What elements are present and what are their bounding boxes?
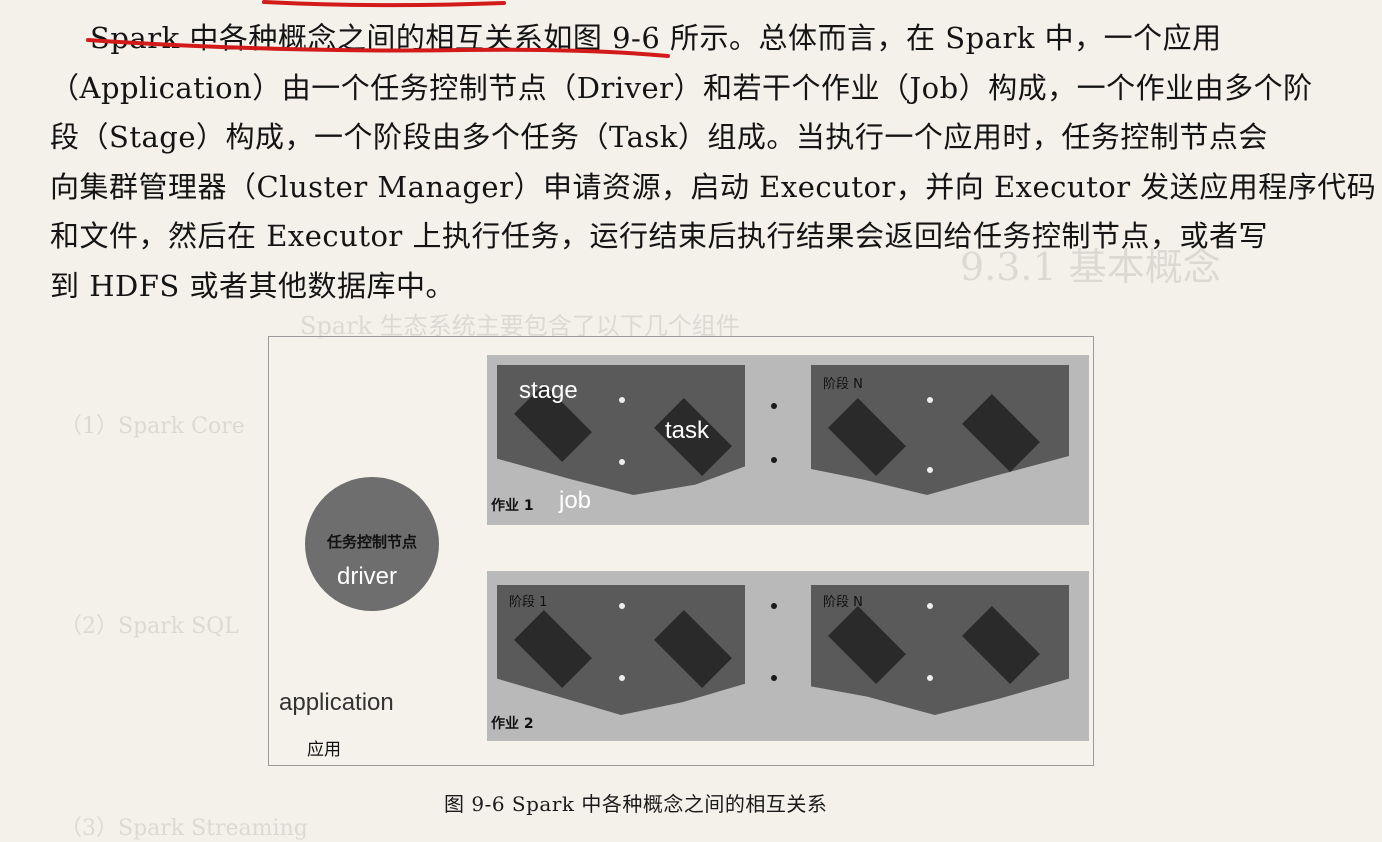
stage-box: 阶段 N (811, 365, 1069, 495)
task-dot (619, 675, 625, 681)
stage-n-label: 阶段 N (823, 377, 863, 392)
paragraph-line: 和文件，然后在 Executor 上执行任务，运行结束后执行结果会返回给任务控制… (50, 219, 1269, 253)
task-diamond (962, 394, 1040, 472)
task-diamond (654, 610, 732, 688)
job-1-label: 作业 1 (491, 498, 534, 514)
task-dot (619, 459, 625, 465)
bleed-through-line: （1）Spark Core (60, 414, 245, 439)
ellipsis-dot (771, 403, 777, 409)
stage-box: 阶段 1 (497, 585, 745, 715)
job-2-label: 作业 2 (491, 716, 534, 732)
task-dot (619, 603, 625, 609)
stage-annotation: stage (519, 377, 578, 404)
driver-label: 任务控制节点 (326, 533, 417, 551)
body-paragraph: Spark 中各种概念之间的相互关系如图 9-6 所示。总体而言，在 Spark… (50, 14, 1377, 311)
paragraph-line: 向集群管理器（Cluster Manager）申请资源，启动 Executor，… (50, 169, 1377, 204)
bleed-through-line: （3）Spark Streaming (60, 816, 308, 841)
task-diamond (514, 610, 592, 688)
ellipsis-dot (771, 675, 777, 681)
driver-annotation: driver (337, 563, 398, 590)
application-annotation: application (279, 689, 394, 716)
task-dot (927, 603, 933, 609)
task-dot (619, 397, 625, 403)
task-annotation: task (665, 417, 710, 444)
bleed-through-line: （2）Spark SQL (60, 614, 239, 639)
application-label: 应用 (307, 740, 341, 760)
paragraph-line: Spark 中各种概念之间的相互关系如图 9-6 所示。总体而言，在 Spark… (90, 21, 1222, 55)
paragraph-line: （Application）由一个任务控制节点（Driver）和若干个作业（Job… (50, 70, 1313, 105)
job-2-box: 阶段 1 阶段 N 作业 2 (487, 571, 1089, 741)
figure-caption: 图 9-6 Spark 中各种概念之间的相互关系 (444, 792, 828, 816)
stage-box: 阶段 N (811, 585, 1069, 715)
task-diamond (828, 606, 906, 684)
stage-1-label: 阶段 1 (509, 595, 548, 610)
job-annotation: job (559, 487, 592, 514)
task-dot (927, 675, 933, 681)
paragraph-line: 到 HDFS 或者其他数据库中。 (50, 268, 455, 303)
task-diamond (828, 398, 906, 476)
task-dot (927, 467, 933, 473)
ellipsis-dot (771, 603, 777, 609)
ellipsis-dot (771, 457, 777, 463)
task-dot (927, 397, 933, 403)
spark-concepts-figure: 阶段 N 作业 1 阶段 1 阶段 N 作业 2 任务控制节点 applicat… (268, 336, 1094, 766)
task-diamond (962, 606, 1040, 684)
paragraph-line: 段（Stage）构成，一个阶段由多个任务（Task）组成。当执行一个应用时，任务… (50, 120, 1268, 154)
